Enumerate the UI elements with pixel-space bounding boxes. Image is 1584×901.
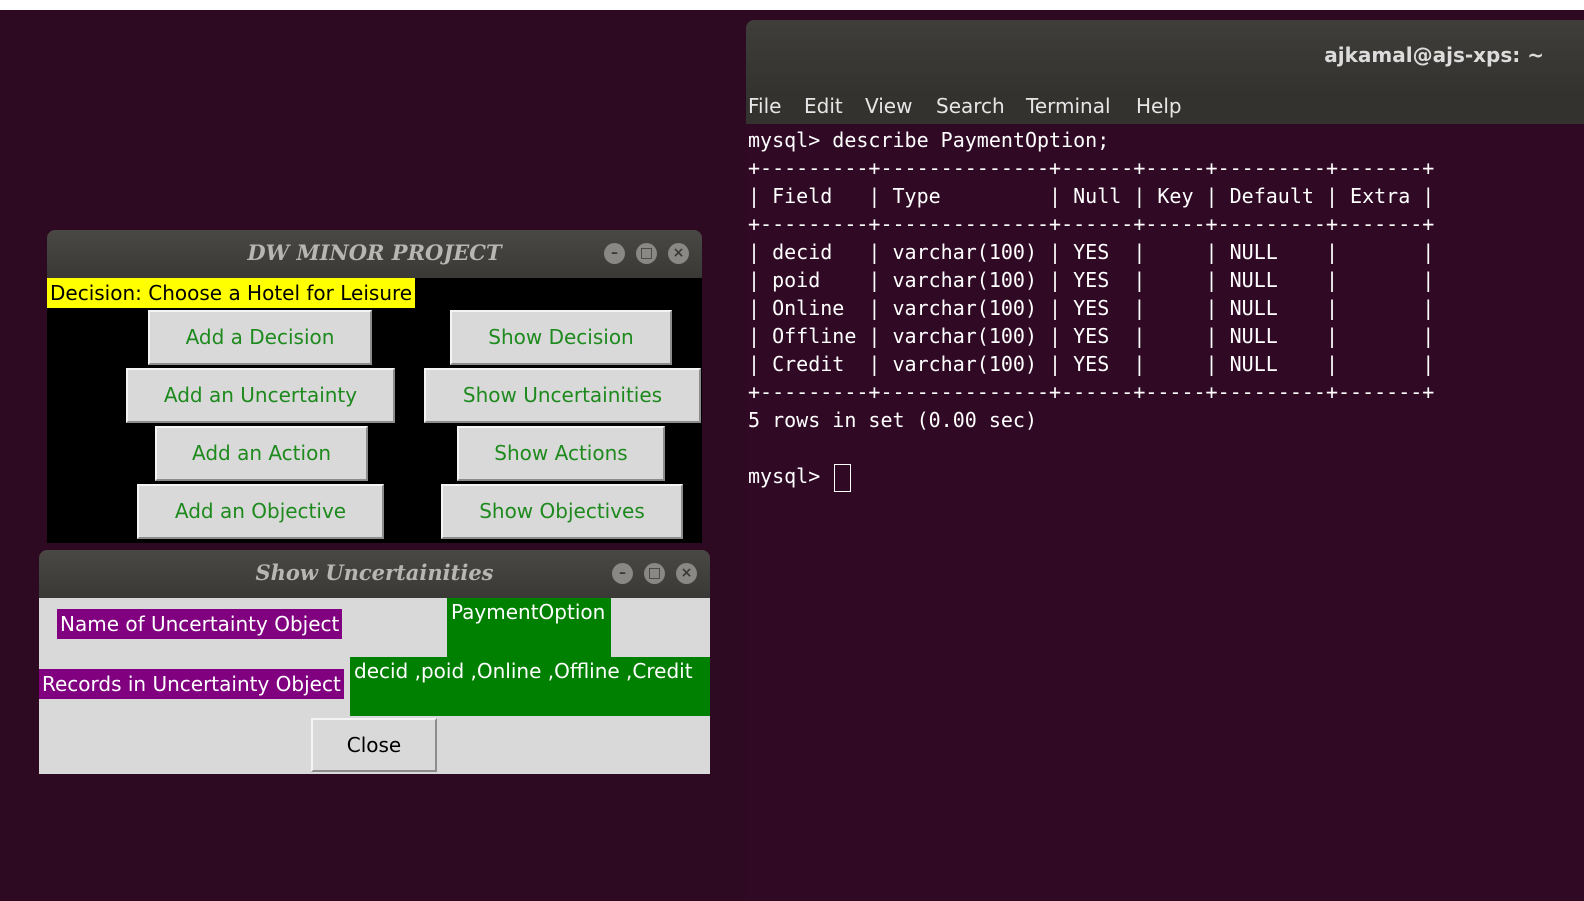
- uncertainty-records-value: decid ,poid ,Online ,Offline ,Credit: [350, 657, 710, 716]
- main-window-titlebar[interactable]: DW MINOR PROJECT – □ ×: [47, 230, 702, 278]
- terminal-line: | Credit | varchar(100) | YES | | NULL |…: [748, 352, 1435, 376]
- decision-label: Decision: Choose a Hotel for Leisure: [47, 278, 416, 308]
- uncertainty-name-label: Name of Uncertainty Object: [57, 609, 343, 639]
- uncertainty-name-value: PaymentOption: [447, 598, 611, 657]
- menu-view[interactable]: View: [865, 94, 912, 118]
- maximize-icon[interactable]: □: [644, 563, 665, 584]
- show-uncertainties-window[interactable]: Show Uncertainities – □ × Name of Uncert…: [39, 550, 710, 774]
- terminal-line: | poid | varchar(100) | YES | | NULL | |: [748, 268, 1435, 292]
- uncertainties-window-body: Name of Uncertainty Object PaymentOption…: [39, 598, 710, 774]
- add-uncertainty-button[interactable]: Add an Uncertainty: [126, 368, 395, 423]
- close-icon[interactable]: ×: [676, 563, 697, 584]
- close-button[interactable]: Close: [311, 718, 437, 772]
- terminal-line: | Field | Type | Null | Key | Default | …: [748, 184, 1435, 208]
- terminal-line: 5 rows in set (0.00 sec): [748, 408, 1037, 432]
- show-actions-button[interactable]: Show Actions: [457, 426, 665, 481]
- terminal-prompt-line[interactable]: mysql>: [748, 462, 852, 492]
- terminal-line: mysql> describe PaymentOption;: [748, 128, 1110, 152]
- minimize-icon[interactable]: –: [612, 563, 633, 584]
- minimize-icon[interactable]: –: [604, 243, 625, 264]
- terminal-titlebar[interactable]: ajkamal@ajs-xps: ~: [746, 20, 1584, 94]
- terminal-title: ajkamal@ajs-xps: ~: [1324, 43, 1544, 67]
- close-icon[interactable]: ×: [668, 243, 689, 264]
- menu-search[interactable]: Search: [936, 94, 1005, 118]
- menu-file[interactable]: File: [748, 94, 781, 118]
- uncertainty-records-label: Records in Uncertainty Object: [39, 669, 344, 699]
- terminal-line: | Offline | varchar(100) | YES | | NULL …: [748, 324, 1435, 348]
- terminal-prompt: mysql>: [748, 464, 833, 488]
- add-decision-button[interactable]: Add a Decision: [148, 310, 372, 365]
- menu-help[interactable]: Help: [1136, 94, 1182, 118]
- main-window-body: Decision: Choose a Hotel for Leisure Add…: [47, 278, 702, 543]
- show-uncertainties-button[interactable]: Show Uncertainities: [424, 368, 701, 423]
- show-decision-button[interactable]: Show Decision: [450, 310, 672, 365]
- terminal-menubar: File Edit View Search Terminal Help: [746, 92, 1584, 124]
- terminal-line: | Online | varchar(100) | YES | | NULL |…: [748, 296, 1435, 320]
- top-panel-strip: [0, 0, 1584, 10]
- terminal-line: +---------+--------------+------+-----+-…: [748, 212, 1435, 236]
- add-objective-button[interactable]: Add an Objective: [137, 484, 384, 539]
- terminal-line: | decid | varchar(100) | YES | | NULL | …: [748, 240, 1435, 264]
- uncertainties-window-title: Show Uncertainities: [255, 560, 494, 585]
- menu-terminal[interactable]: Terminal: [1026, 94, 1111, 118]
- maximize-icon[interactable]: □: [636, 243, 657, 264]
- show-objectives-button[interactable]: Show Objectives: [441, 484, 683, 539]
- add-action-button[interactable]: Add an Action: [155, 426, 368, 481]
- menu-edit[interactable]: Edit: [804, 94, 843, 118]
- terminal-window[interactable]: ajkamal@ajs-xps: ~ File Edit View Search…: [746, 20, 1584, 901]
- terminal-line: +---------+--------------+------+-----+-…: [748, 380, 1435, 404]
- main-project-window[interactable]: DW MINOR PROJECT – □ × Decision: Choose …: [47, 230, 702, 543]
- uncertainties-window-titlebar[interactable]: Show Uncertainities – □ ×: [39, 550, 710, 598]
- terminal-cursor: [834, 463, 852, 492]
- terminal-line: +---------+--------------+------+-----+-…: [748, 156, 1435, 180]
